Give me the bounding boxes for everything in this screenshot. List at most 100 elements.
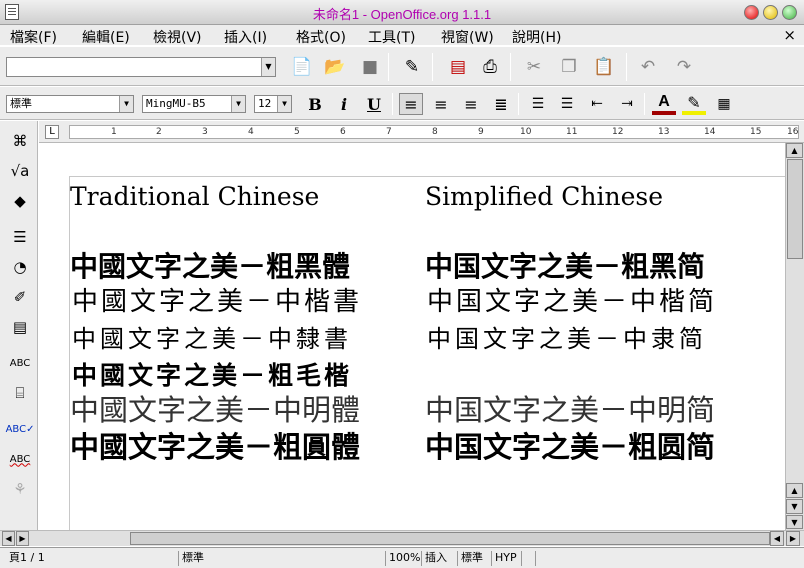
formula-icon[interactable]: √a <box>8 159 32 183</box>
title-bar: 未命名1 - OpenOffice.org 1.1.1 <box>0 0 804 25</box>
signature-field <box>535 551 800 566</box>
font-color-icon[interactable]: A <box>652 93 676 115</box>
paste-icon[interactable]: 📋 <box>592 55 616 79</box>
page-boundary <box>69 176 70 530</box>
font-name-combo[interactable]: MingMU-B5 ▼ <box>142 95 246 113</box>
toolbar-separator <box>644 93 645 115</box>
spellcheck-icon[interactable]: ABC✓ <box>6 417 35 441</box>
background-color-icon[interactable]: ▦ <box>712 93 736 115</box>
paragraph-style-combo[interactable]: 標準 ▼ <box>6 95 134 113</box>
insert-fields-icon[interactable]: ☰ <box>8 225 32 249</box>
page-down-button[interactable]: ▼ <box>786 515 803 529</box>
underline-button[interactable]: U <box>362 93 386 115</box>
font-size-value: 12 <box>258 97 272 110</box>
close-window-button[interactable] <box>744 5 759 20</box>
auto-spellcheck-icon[interactable]: ABC <box>8 447 32 471</box>
align-left-icon[interactable]: ≡ <box>399 93 423 115</box>
new-document-icon[interactable]: 📄 <box>290 55 314 79</box>
scroll-left-button[interactable]: ◀ <box>770 531 784 546</box>
open-folder-icon[interactable]: 📂 <box>323 55 347 79</box>
menu-file[interactable]: 檔案(F) <box>10 27 57 47</box>
menu-view[interactable]: 檢視(V) <box>153 27 202 47</box>
tab-selector[interactable]: L <box>45 125 59 139</box>
export-pdf-icon[interactable]: ▤ <box>446 55 470 79</box>
menu-bar: 檔案(F) 編輯(E) 檢視(V) 插入(I) 格式(O) 工具(T) 視窗(W… <box>0 25 804 47</box>
ruler-number: 12 <box>612 127 624 137</box>
scroll-up-button[interactable]: ▲ <box>786 143 803 158</box>
url-combo-box[interactable]: ▼ <box>6 57 276 77</box>
minimize-window-button[interactable] <box>763 5 778 20</box>
decrease-indent-icon[interactable]: ⇤ <box>585 93 609 115</box>
text-icon[interactable]: ⌸ <box>8 381 32 405</box>
copy-icon[interactable]: ❐ <box>557 55 581 79</box>
bold-button[interactable]: B <box>303 93 327 115</box>
scroll-down-button[interactable]: ▼ <box>786 499 803 514</box>
cut-icon[interactable]: ✂ <box>522 55 546 79</box>
document-page[interactable]: Traditional Chinese Simplified Chinese 中… <box>39 143 785 530</box>
ruler-number: 15 <box>750 127 762 137</box>
page-indicator[interactable]: 頁1 / 1 <box>6 551 176 566</box>
maximize-window-button[interactable] <box>782 5 797 20</box>
menu-format[interactable]: 格式(O) <box>296 27 346 47</box>
scroll-right-button[interactable]: ▶ <box>786 531 800 546</box>
horizontal-ruler[interactable]: L 1 2 3 4 5 6 7 8 9 10 11 12 13 14 15 16 <box>39 121 804 143</box>
menu-tools[interactable]: 工具(T) <box>368 27 415 47</box>
toolbar-separator <box>432 53 433 81</box>
ruler-number: 4 <box>248 127 254 137</box>
align-right-icon[interactable]: ≡ <box>459 93 483 115</box>
save-icon[interactable]: ■ <box>358 55 382 79</box>
ruler-number: 10 <box>520 127 532 137</box>
align-center-icon[interactable]: ≡ <box>429 93 453 115</box>
form-icon[interactable]: ▤ <box>8 315 32 339</box>
chevron-down-icon[interactable]: ▼ <box>119 96 133 112</box>
text-line: 中国文字之美－中楷简 <box>427 287 718 317</box>
horizontal-scrollbar[interactable]: ◀ ▶ ◀ ▶ <box>0 530 804 546</box>
vertical-scrollbar[interactable]: ▲ ▲ ▼ ▼ <box>785 143 804 531</box>
formatting-bar: 標準 ▼ MingMU-B5 ▼ 12 ▼ B i U ≡ ≡ ≡ ≣ ☰ ☰ … <box>0 87 804 120</box>
paragraph-style-value: 標準 <box>10 97 32 110</box>
insert-mode-indicator[interactable]: 插入 <box>421 551 457 566</box>
bullets-icon[interactable]: ☰ <box>555 93 579 115</box>
chevron-down-icon[interactable]: ▼ <box>231 96 245 112</box>
scroll-right-button[interactable]: ▶ <box>16 531 29 546</box>
close-document-button[interactable]: × <box>783 26 796 44</box>
numbering-icon[interactable]: ☰ <box>526 93 550 115</box>
text-line: 中國文字之美－中隸書 <box>72 325 352 353</box>
url-dropdown-button[interactable]: ▼ <box>261 58 275 76</box>
chart-icon[interactable]: ◔ <box>8 255 32 279</box>
toolbar-separator <box>510 53 511 81</box>
page-style-indicator[interactable]: 標準 <box>178 551 383 566</box>
online-layout-icon[interactable]: ⚘ <box>8 477 32 501</box>
ruler-number: 16 <box>787 127 799 137</box>
vertical-scroll-thumb[interactable] <box>787 159 803 259</box>
print-icon[interactable]: ⎙ <box>478 55 502 79</box>
increase-indent-icon[interactable]: ⇥ <box>615 93 639 115</box>
zoom-indicator[interactable]: 100% <box>385 551 421 566</box>
italic-button[interactable]: i <box>332 93 356 115</box>
menu-help[interactable]: 說明(H) <box>512 27 561 47</box>
insert-icon[interactable]: ⌘ <box>8 129 32 153</box>
document-modified-indicator <box>521 551 535 566</box>
draw-functions-icon[interactable]: ◆ <box>8 189 32 213</box>
undo-icon[interactable]: ↶ <box>636 55 660 79</box>
selection-mode-indicator[interactable]: 標準 <box>457 551 491 566</box>
redo-icon[interactable]: ↷ <box>672 55 696 79</box>
menu-window[interactable]: 視窗(W) <box>441 27 494 47</box>
ruler-number: 5 <box>294 127 300 137</box>
font-size-combo[interactable]: 12 ▼ <box>254 95 292 113</box>
menu-edit[interactable]: 編輯(E) <box>82 27 130 47</box>
ruler-number: 8 <box>432 127 438 137</box>
ruler-number: 1 <box>111 127 117 137</box>
ruler-number: 9 <box>478 127 484 137</box>
edit-file-icon[interactable]: ✎ <box>400 55 424 79</box>
highlight-icon[interactable]: ✎ <box>682 93 706 115</box>
scroll-left-button[interactable]: ◀ <box>2 531 15 546</box>
horizontal-scroll-thumb[interactable] <box>130 532 770 545</box>
justify-icon[interactable]: ≣ <box>489 93 513 115</box>
chevron-down-icon[interactable]: ▼ <box>277 96 291 112</box>
autospellcheck-icon[interactable]: ABC <box>8 351 32 375</box>
draw-icon[interactable]: ✐ <box>8 285 32 309</box>
menu-insert[interactable]: 插入(I) <box>224 27 267 47</box>
scroll-up-button[interactable]: ▲ <box>786 483 803 498</box>
hyperlink-mode-indicator[interactable]: HYP <box>491 551 521 566</box>
